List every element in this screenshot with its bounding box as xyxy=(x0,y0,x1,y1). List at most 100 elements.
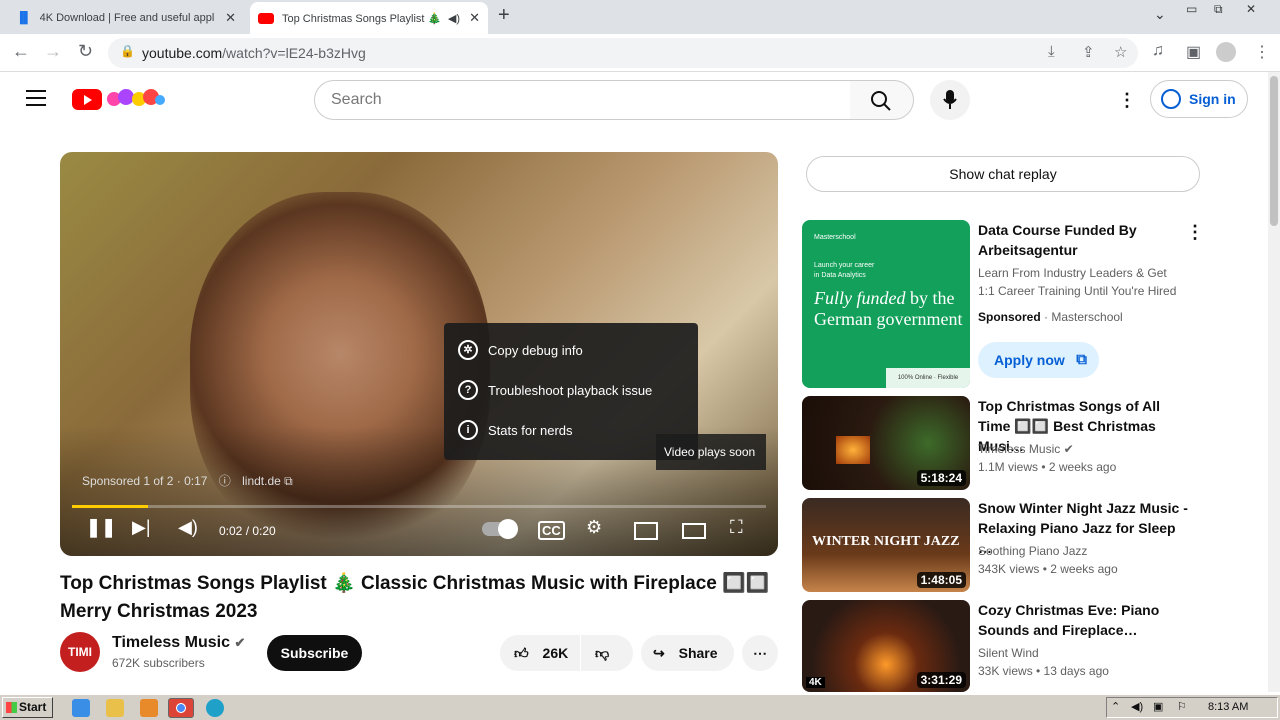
minimize-window-icon[interactable]: ▭ xyxy=(1186,2,1197,16)
progress-fill xyxy=(72,505,149,508)
search-input[interactable]: Search xyxy=(314,80,851,120)
tray-expand-icon[interactable]: ⌃ xyxy=(1111,700,1120,713)
verified-check-icon: ✔ xyxy=(234,635,246,650)
youtube-logo[interactable] xyxy=(72,89,102,110)
network-tray-icon[interactable]: ▣ xyxy=(1153,700,1163,713)
info-icon[interactable]: ⓘ xyxy=(219,474,231,488)
bug-icon: ✲ xyxy=(458,340,478,360)
tab-youtube-video[interactable]: Top Christmas Songs Playlist 🎄 ◀) ✕ xyxy=(250,2,488,34)
settings-gear-icon[interactable]: ⚙ xyxy=(586,517,602,538)
ad-headline: Fully funded by the German government xyxy=(814,288,963,329)
apply-now-button[interactable]: Apply now ⧉ xyxy=(978,342,1099,378)
subscribe-button[interactable]: Subscribe xyxy=(267,635,362,671)
windows-taskbar: Start ⌃ ◀) ▣ ⚐ 8:13 AM xyxy=(0,694,1280,720)
folder-icon[interactable] xyxy=(106,699,124,717)
ad-sponsor-line: Sponsored · Masterschool xyxy=(978,310,1123,324)
youtube-favicon-icon xyxy=(258,12,274,24)
bookmark-star-icon[interactable]: ☆ xyxy=(1114,43,1127,61)
restore-window-icon[interactable]: ⧉ xyxy=(1214,2,1223,17)
related-meta: 343K views • 2 weeks ago xyxy=(978,562,1118,576)
related-thumbnail[interactable]: 5:18:24 xyxy=(802,396,970,490)
volume-tray-icon[interactable]: ◀) xyxy=(1131,700,1143,713)
related-thumbnail[interactable]: WINTER NIGHT JAZZ 1:48:05 xyxy=(802,498,970,592)
tab-search-chevron-icon[interactable]: ⌄ xyxy=(1154,6,1166,23)
tab-4k-download[interactable]: ▐▌ 4K Download | Free and useful applic … xyxy=(8,2,244,34)
show-chat-replay-button[interactable]: Show chat replay xyxy=(806,156,1200,192)
dislike-button[interactable]: 👎︎ xyxy=(581,635,633,671)
more-horizontal-icon: ⋯ xyxy=(753,645,767,661)
external-link-icon: ⧉ xyxy=(1076,351,1087,368)
miniplayer-icon[interactable] xyxy=(634,522,658,540)
new-tab-button[interactable]: + xyxy=(498,4,510,27)
reload-icon[interactable]: ↻ xyxy=(78,41,93,62)
chrome-menu-icon[interactable]: ⋮ xyxy=(1254,42,1270,62)
related-thumbnail[interactable]: 4K 3:31:29 xyxy=(802,600,970,692)
related-channel[interactable]: Silent Wind xyxy=(978,646,1039,660)
side-panel-icon[interactable]: ▣ xyxy=(1186,42,1201,62)
back-arrow-icon[interactable]: ← xyxy=(12,41,30,62)
progress-bar[interactable] xyxy=(72,505,766,508)
like-button[interactable]: 👍︎ 26K xyxy=(500,635,580,671)
browser-tab-strip: ▐▌ 4K Download | Free and useful applic … xyxy=(0,0,1280,34)
holiday-doodle-logo[interactable] xyxy=(106,85,166,111)
install-app-icon[interactable]: ⤓ xyxy=(1048,43,1055,60)
menu-item-stats[interactable]: i Stats for nerds xyxy=(458,418,573,442)
pause-button[interactable]: ❚❚ xyxy=(86,517,116,538)
menu-item-copy-debug[interactable]: ✲ Copy debug info xyxy=(458,338,583,362)
subscriber-count: 672K subscribers xyxy=(112,656,205,670)
related-meta: 1.1M views • 2 weeks ago xyxy=(978,460,1117,474)
media-control-icon[interactable]: ♫ xyxy=(1152,42,1164,60)
video-title: Top Christmas Songs Playlist 🎄 Classic C… xyxy=(60,573,770,622)
close-tab-icon[interactable]: ✕ xyxy=(225,10,236,26)
related-channel[interactable]: Soothing Piano Jazz xyxy=(978,544,1087,558)
tab-title: Top Christmas Songs Playlist 🎄 xyxy=(282,12,442,25)
url-text[interactable]: youtube.com/watch?v=lE24-b3zHvg xyxy=(142,45,366,61)
forward-arrow-icon[interactable]: → xyxy=(44,41,62,62)
theater-mode-icon[interactable] xyxy=(682,523,706,539)
channel-avatar[interactable]: TIMI xyxy=(60,632,100,672)
windows-logo-icon xyxy=(6,702,17,713)
profile-icon[interactable] xyxy=(1216,42,1236,62)
page-scrollbar[interactable] xyxy=(1268,72,1280,692)
sign-in-button[interactable]: Sign in xyxy=(1150,80,1248,118)
next-video-button[interactable]: ▶| xyxy=(132,517,151,538)
ad-thumbnail[interactable]: Masterschool Launch your career in Data … xyxy=(802,220,970,388)
voice-search-button[interactable] xyxy=(930,80,970,120)
scrollbar-thumb[interactable] xyxy=(1270,76,1278,226)
search-icon xyxy=(871,91,891,111)
settings-kebab-icon[interactable]: ⋮ xyxy=(1118,90,1136,111)
address-bar[interactable]: 🔒 youtube.com/watch?v=lE24-b3zHvg ⤓ ⇪ ☆ xyxy=(108,38,1138,68)
menu-item-troubleshoot[interactable]: ? Troubleshoot playback issue xyxy=(458,378,652,402)
volume-icon[interactable]: ◀) xyxy=(178,517,198,538)
microphone-icon xyxy=(943,90,957,109)
verified-check-icon: ✔ xyxy=(1063,442,1074,456)
ad-menu-kebab-icon[interactable]: ⋮ xyxy=(1186,222,1204,243)
close-window-icon[interactable]: ✕ xyxy=(1246,2,1256,16)
search-button[interactable] xyxy=(850,80,914,120)
bar-chart-icon: ▐▌ xyxy=(16,12,32,24)
ad-title[interactable]: Data Course Funded By Arbeitsagentur xyxy=(978,220,1178,260)
duration-badge: 3:31:29 xyxy=(916,672,966,688)
chrome-icon[interactable] xyxy=(168,698,194,718)
flag-tray-icon[interactable]: ⚐ xyxy=(1177,700,1187,713)
fullscreen-icon[interactable]: ⛶ xyxy=(730,517,743,538)
start-button[interactable]: Start xyxy=(2,697,53,718)
hamburger-menu-icon[interactable] xyxy=(26,90,46,111)
share-page-icon[interactable]: ⇪ xyxy=(1082,43,1095,61)
ad-brand-label: Masterschool xyxy=(814,234,856,241)
close-tab-icon[interactable]: ✕ xyxy=(469,10,480,26)
more-actions-button[interactable]: ⋯ xyxy=(742,635,778,671)
captions-icon[interactable]: CC xyxy=(538,521,565,540)
related-video-title[interactable]: Cozy Christmas Eve: Piano Sounds and Fir… xyxy=(978,600,1178,640)
share-button[interactable]: ↪ Share xyxy=(641,635,734,671)
speaker-icon[interactable]: ◀) xyxy=(448,12,460,25)
channel-name[interactable]: Timeless Music ✔ xyxy=(112,634,245,652)
internet-explorer-icon[interactable] xyxy=(72,699,90,717)
autoplay-toggle[interactable] xyxy=(482,519,518,539)
related-channel[interactable]: Timeless Music ✔ xyxy=(978,442,1074,456)
video-player[interactable]: Sponsored 1 of 2 · 0:17 ⓘ lindt.de ⧉ ❚❚ … xyxy=(60,152,778,556)
advertiser-link[interactable]: lindt.de xyxy=(242,474,281,488)
edge-icon[interactable] xyxy=(206,699,224,717)
media-player-icon[interactable] xyxy=(140,699,158,717)
lock-icon[interactable]: 🔒 xyxy=(120,44,135,58)
